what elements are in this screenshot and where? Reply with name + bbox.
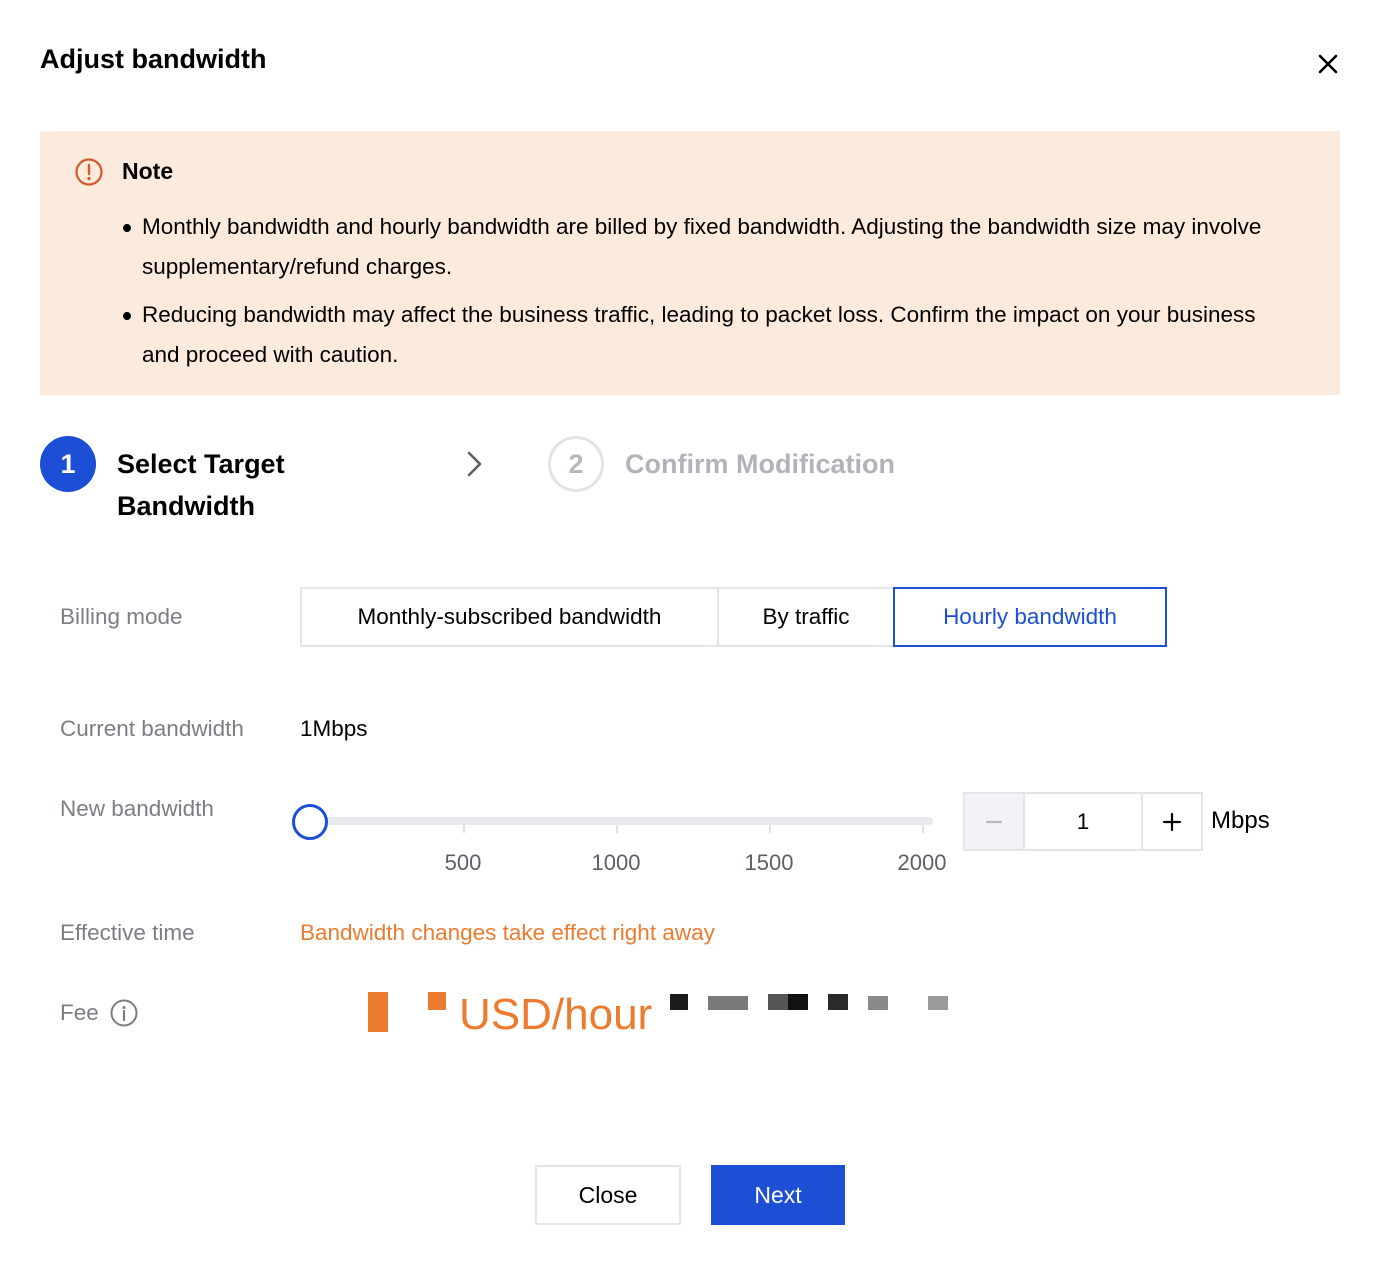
obscured-block [928,996,948,1010]
billing-option-monthly[interactable]: Monthly-subscribed bandwidth [300,587,719,647]
plus-icon[interactable] [1141,794,1201,849]
next-button[interactable]: Next [711,1165,845,1225]
obscured-block [368,992,388,1032]
adjust-bandwidth-dialog: Adjust bandwidth Note Monthly bandwidth … [0,0,1384,1272]
billing-option-hourly[interactable]: Hourly bandwidth [893,587,1167,647]
close-button[interactable]: Close [535,1165,681,1225]
slider-track[interactable] [310,817,933,825]
obscured-block [670,994,688,1010]
effective-time-label: Effective time [60,920,195,945]
billing-mode-selector: Monthly-subscribed bandwidth By traffic … [300,587,1167,647]
note-item: Monthly bandwidth and hourly bandwidth a… [120,207,1280,287]
bandwidth-slider: 500 1000 1500 2000 [292,800,952,880]
slider-tick [922,825,924,833]
billing-mode-label: Billing mode [60,604,183,629]
obscured-block [828,994,848,1010]
obscured-block [768,994,788,1010]
slider-tick [769,825,771,833]
bandwidth-unit: Mbps [1211,807,1270,834]
chevron-right-icon [460,448,488,480]
close-icon[interactable] [1312,48,1344,80]
bandwidth-input[interactable] [1025,794,1141,849]
current-bandwidth-value: 1Mbps [300,716,368,741]
slider-thumb[interactable] [292,804,328,840]
note-title: Note [122,158,174,184]
billing-option-by-traffic[interactable]: By traffic [717,587,895,647]
obscured-block [428,992,446,1010]
slider-tick [463,825,465,833]
note-item-text: Reducing bandwidth may affect the busine… [142,302,1256,367]
note-item-text: Monthly bandwidth and hourly bandwidth a… [142,214,1262,279]
slider-tick-label: 2000 [897,850,947,875]
step-label: Confirm Modification [625,449,895,479]
minus-icon[interactable] [965,794,1025,849]
fee-label: Fee [60,1000,99,1025]
fee-unit: USD/hour [459,990,653,1039]
obscured-block [868,996,888,1010]
current-bandwidth-label: Current bandwidth [60,716,244,741]
bullet-icon [123,224,131,232]
slider-tick-label: 1500 [744,850,794,875]
bandwidth-stepper [963,792,1203,851]
exclamation-circle-icon [74,157,104,187]
step-number-badge: 2 [548,436,604,492]
dialog-title: Adjust bandwidth [40,44,267,74]
effective-time-value: Bandwidth changes take effect right away [300,920,715,945]
step-label: Select Target Bandwidth [117,449,285,521]
slider-tick [616,825,618,833]
step-number-badge: 1 [40,436,96,492]
slider-tick-label: 1000 [591,850,641,875]
bullet-icon [123,312,131,320]
new-bandwidth-label: New bandwidth [60,796,214,821]
obscured-block [708,996,748,1010]
note-item: Reducing bandwidth may affect the busine… [120,295,1280,375]
obscured-block [788,994,808,1010]
note-banner: Note Monthly bandwidth and hourly bandwi… [40,131,1340,395]
note-list: Monthly bandwidth and hourly bandwidth a… [120,207,1280,383]
slider-tick-label: 500 [444,850,482,875]
info-circle-icon[interactable] [109,998,139,1028]
